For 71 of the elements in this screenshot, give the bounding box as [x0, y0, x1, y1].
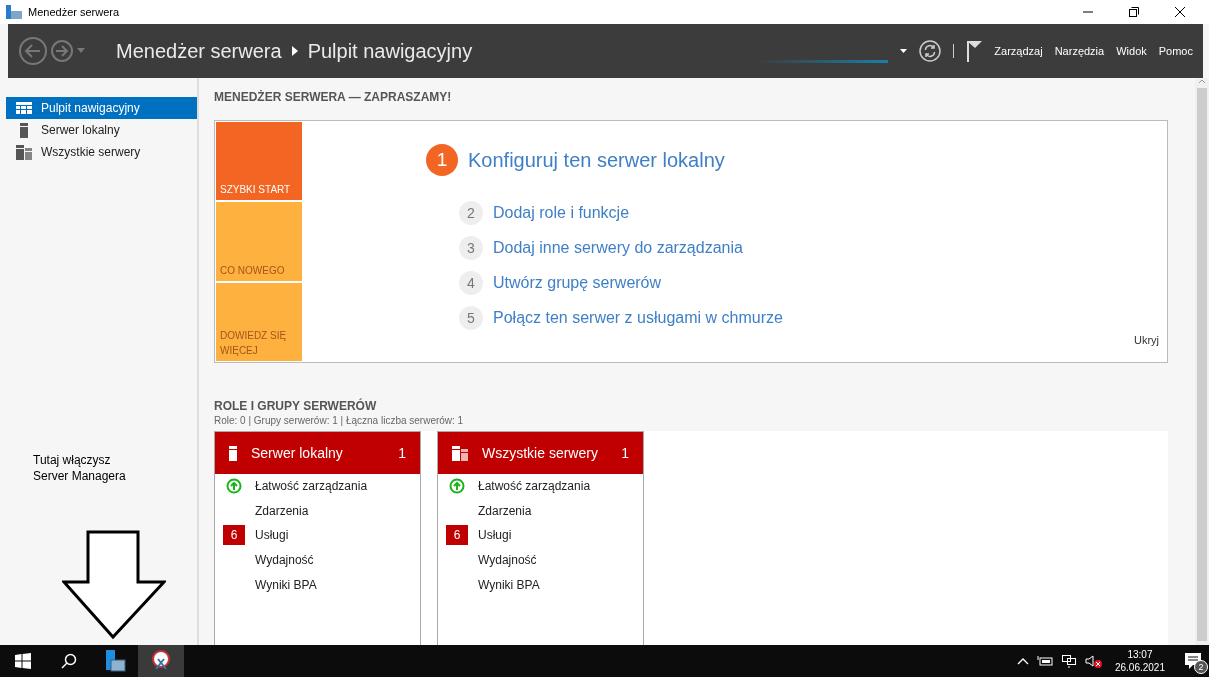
breadcrumb-item[interactable]: Pulpit nawigacyjny	[307, 39, 473, 63]
step-number: 4	[459, 270, 483, 295]
network-icon[interactable]	[1060, 654, 1077, 668]
count-badge: 6	[446, 525, 468, 546]
step-link[interactable]: Połącz ten serwer z usługami w chmurze	[493, 308, 783, 327]
card-title: Wszystkie serwery	[482, 445, 599, 461]
status-link[interactable]: Łatwość zarządzania	[255, 479, 368, 494]
step-link[interactable]: Dodaj role i funkcje	[493, 203, 630, 222]
step-number: 1	[426, 144, 458, 176]
breadcrumb-item[interactable]: Menedżer serwera	[116, 39, 282, 63]
scrollbar[interactable]	[1195, 78, 1209, 645]
annotation-text: Tutaj włączysz Server Managera	[33, 452, 127, 484]
menu-item[interactable]: Narzędzia	[1054, 45, 1105, 57]
count-badge: 6	[223, 525, 245, 546]
step-link[interactable]: Dodaj inne serwery do zarządzania	[493, 238, 743, 257]
caret-icon[interactable]	[900, 49, 908, 53]
notification-count: 2	[1194, 660, 1208, 674]
app-icon	[6, 5, 22, 19]
dashboard-icon	[16, 102, 32, 114]
search-icon[interactable]	[61, 653, 77, 669]
sidebar-label: Wszystkie serwery	[41, 145, 141, 159]
status-link[interactable]: Usługi	[478, 528, 512, 543]
status-link[interactable]: Zdarzenia	[255, 503, 309, 518]
windows-start-icon[interactable]	[15, 653, 31, 669]
server-icon	[20, 122, 28, 138]
menu-item[interactable]: Pomoc	[1158, 45, 1193, 57]
step-link[interactable]: Konfiguruj ten serwer lokalny	[468, 148, 725, 172]
menu-item[interactable]: Widok	[1116, 45, 1147, 57]
card-header[interactable]: Serwer lokalny 1	[215, 432, 420, 474]
status-link[interactable]: Łatwość zarządzania	[478, 479, 591, 494]
section-heading: MENEDŻER SERWERA — ZAPRASZAMY!	[214, 90, 453, 104]
chevron-up-icon[interactable]	[1016, 657, 1029, 665]
sidebar-item[interactable]: Serwer lokalny	[6, 119, 197, 141]
servers-icon	[452, 445, 468, 461]
server-count: 1	[621, 445, 629, 461]
clock-date[interactable]: 26.06.2021	[1114, 661, 1165, 674]
status-link[interactable]: Wyniki BPA	[478, 577, 540, 592]
sidebar-item[interactable]: Wszystkie serwery	[6, 141, 197, 163]
flag-icon[interactable]	[966, 40, 983, 62]
speaker-muted-icon[interactable]	[1084, 654, 1103, 668]
card-header[interactable]: Wszystkie serwery 1	[438, 432, 643, 474]
server-manager-icon[interactable]	[104, 650, 126, 672]
section-heading: ROLE I GRUPY SERWERÓW	[214, 399, 378, 413]
down-arrow-icon	[62, 530, 166, 640]
status-link[interactable]: Zdarzenia	[478, 503, 532, 518]
step-number: 3	[459, 235, 483, 260]
servers-icon	[16, 144, 32, 160]
card-title: Serwer lokalny	[251, 445, 344, 461]
window-title: Menedżer serwera	[28, 6, 121, 18]
step-link[interactable]: Utwórz grupę serwerów	[493, 273, 662, 292]
sidebar-label: Serwer lokalny	[41, 123, 120, 137]
step-number: 5	[459, 305, 483, 330]
battery-icon[interactable]	[1036, 655, 1053, 667]
snipping-tool-icon[interactable]	[150, 650, 172, 672]
refresh-icon[interactable]	[919, 40, 942, 62]
status-link[interactable]: Usługi	[255, 528, 289, 543]
status-link[interactable]: Wydajność	[255, 553, 314, 568]
sidebar-item[interactable]: Pulpit nawigacyjny	[6, 97, 197, 119]
status-link[interactable]: Wyniki BPA	[255, 577, 317, 592]
menu-item[interactable]: Zarządzaj	[994, 45, 1043, 57]
forward-icon[interactable]	[50, 39, 74, 63]
sidebar-label: Pulpit nawigacyjny	[41, 101, 140, 115]
summary-text: Role: 0 | Grupy serwerów: 1 | Łączna liczba serwerów: 1	[214, 415, 465, 426]
server-count: 1	[398, 445, 406, 461]
back-icon[interactable]	[18, 36, 48, 66]
step-number: 2	[459, 200, 483, 225]
separator-icon	[291, 46, 298, 56]
clock-time[interactable]: 13:07	[1127, 648, 1153, 661]
hide-link[interactable]: Ukryj	[1133, 334, 1159, 346]
status-link[interactable]: Wydajność	[478, 553, 537, 568]
server-icon	[229, 445, 237, 461]
